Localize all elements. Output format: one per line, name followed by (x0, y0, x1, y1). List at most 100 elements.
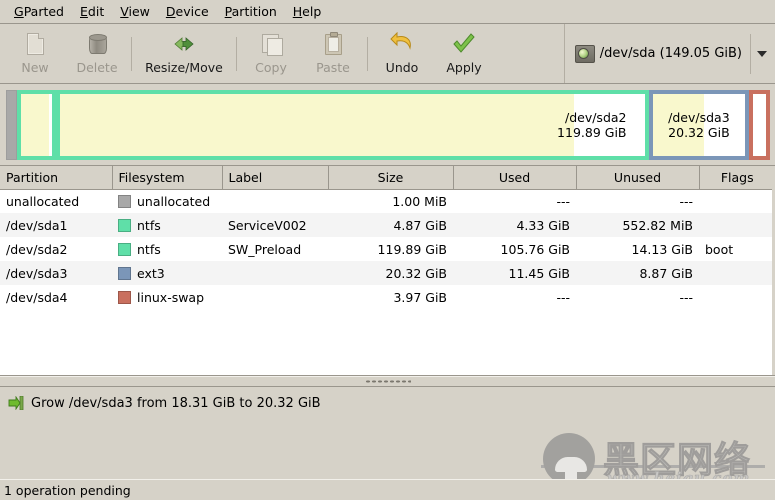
menu-item-partition[interactable]: Partition (217, 2, 285, 21)
cell-size: 119.89 GiB (377, 241, 447, 257)
undo-label: Undo (385, 59, 419, 75)
chevron-down-icon[interactable] (757, 50, 767, 57)
menu-item-view[interactable]: View (112, 2, 158, 21)
menu-item-help[interactable]: Help (285, 2, 330, 21)
menu-mnemonic: H (292, 4, 303, 19)
column-header-size[interactable]: Size (328, 166, 454, 190)
column-header-flags[interactable]: Flags (699, 166, 775, 190)
watermark-chinese-text: 黑区网络 (602, 440, 752, 480)
paste-button[interactable]: Paste (302, 26, 364, 82)
column-header-filesystem[interactable]: Filesystem (112, 166, 223, 190)
gparted-window: GParted Edit View Device Partition Help New D… (0, 0, 775, 500)
disk-segment-sda2[interactable]: /dev/sda2 119.89 GiB (56, 90, 649, 160)
mushroom-logo-icon (543, 433, 595, 479)
menu-item-label: artition (231, 4, 277, 19)
cell-flags (699, 213, 775, 237)
undo-arrow-icon (389, 31, 415, 58)
menu-mnemonic: D (165, 4, 176, 19)
new-partition-button[interactable]: New (4, 26, 66, 82)
pending-operations-pane: Grow /dev/sda3 from 18.31 GiB to 20.32 G… (0, 387, 775, 479)
menu-item-label: Parted (23, 4, 64, 19)
device-selector[interactable]: /dev/sda (149.05 GiB) (574, 26, 742, 82)
cell-label (222, 261, 328, 285)
device-selector-area: /dev/sda (149.05 GiB) (563, 24, 775, 83)
cell-size: 3.97 GiB (393, 289, 447, 305)
filesystem-color-swatch (118, 290, 131, 304)
disk-graphic-area: /dev/sda2 119.89 GiB/dev/sda3 20.32 GiB (0, 84, 775, 166)
column-header-used[interactable]: Used (453, 166, 577, 190)
pending-operation-row[interactable]: Grow /dev/sda3 from 18.31 GiB to 20.32 G… (8, 393, 767, 413)
hard-disk-icon (574, 44, 595, 63)
partition-table-header: Partition Filesystem Label Size Used Unu… (0, 166, 775, 190)
pane-splitter[interactable] (0, 376, 775, 387)
trash-can-icon (84, 32, 110, 58)
cell-unused: 14.13 GiB (631, 241, 694, 257)
disk-segment-used-fill (21, 94, 49, 156)
pending-operation-text: Grow /dev/sda3 from 18.31 GiB to 20.32 G… (31, 395, 321, 411)
menu-item-edit[interactable]: Edit (72, 2, 112, 21)
filesystem-color-swatch (118, 218, 131, 232)
toolbar-separator (131, 36, 132, 71)
toolbar-button-group: New Delete Resize/Move Copy Paste Undo A… (0, 24, 495, 83)
cell-used: 4.33 GiB (516, 217, 570, 233)
disk-segment-size: 119.89 GiB (557, 125, 627, 140)
cell-filesystem: unallocated (112, 189, 222, 213)
cell-unused: --- (679, 289, 693, 305)
toolbar-separator-3 (367, 36, 368, 71)
cell-used: 11.45 GiB (508, 265, 571, 281)
cell-flags (699, 285, 775, 309)
disk-segment-name: /dev/sda2 (564, 110, 627, 125)
filesystem-color-swatch (118, 266, 131, 280)
toolbar: New Delete Resize/Move Copy Paste Undo A… (0, 24, 775, 84)
disk-graphic-bar[interactable]: /dev/sda2 119.89 GiB/dev/sda3 20.32 GiB (6, 90, 770, 160)
cell-partition: /dev/sda1 (6, 217, 68, 233)
filesystem-color-swatch (118, 194, 131, 208)
resize-move-arrows-icon (171, 32, 197, 58)
partition-table-container: Partition Filesystem Label Size Used Unu… (0, 166, 775, 376)
menu-item-device[interactable]: Device (158, 2, 217, 21)
cell-unused: --- (679, 193, 693, 209)
delete-partition-label: Delete (76, 59, 118, 75)
column-header-partition[interactable]: Partition (0, 166, 113, 190)
new-document-icon (22, 32, 48, 58)
filesystem-color-swatch (118, 242, 131, 256)
cell-label (222, 285, 328, 309)
watermark-url-text: www.heiqu.com (607, 469, 751, 479)
cell-unused: 8.87 GiB (639, 265, 693, 281)
cell-flags (699, 261, 775, 285)
table-row[interactable]: /dev/sda4 linux-swap 3.97 GiB --- --- (0, 285, 775, 309)
cell-label: SW_Preload (228, 241, 302, 257)
column-header-unused[interactable]: Unused (576, 166, 700, 190)
new-partition-label: New (21, 59, 49, 75)
disk-segment-sda3[interactable]: /dev/sda3 20.32 GiB (648, 90, 750, 160)
menu-item-label: evice (175, 4, 209, 19)
disk-segment-sda1[interactable] (17, 90, 57, 160)
menu-mnemonic: G (14, 4, 24, 19)
cell-used: --- (556, 289, 570, 305)
table-row[interactable]: /dev/sda2 ntfs SW_Preload 119.89 GiB 105.76 … (0, 237, 775, 261)
resize-move-label: Resize/Move (145, 59, 223, 75)
statusbar-text: 1 operation pending (4, 482, 131, 498)
table-row[interactable]: /dev/sda1 ntfs ServiceV002 4.87 GiB 4.33 GiB… (0, 213, 775, 237)
cell-label (222, 189, 328, 213)
disk-segment-unallocated[interactable] (6, 90, 18, 160)
apply-button[interactable]: Apply (433, 26, 495, 82)
menu-mnemonic: E (80, 4, 88, 19)
table-row[interactable]: /dev/sda3 ext3 20.32 GiB 11.45 GiB 8.87 GiB (0, 261, 775, 285)
delete-partition-button[interactable]: Delete (66, 26, 128, 82)
column-header-label[interactable]: Label (222, 166, 329, 190)
disk-segment-size: 20.32 GiB (668, 125, 730, 140)
table-row[interactable]: unallocated unallocated 1.00 MiB --- --- (0, 189, 775, 213)
menu-item-label: iew (128, 4, 150, 19)
resize-move-button[interactable]: Resize/Move (135, 26, 233, 82)
menu-item-gparted[interactable]: GParted (6, 2, 72, 21)
menubar: GParted Edit View Device Partition Help (0, 0, 775, 24)
pending-operations-list: Grow /dev/sda3 from 18.31 GiB to 20.32 G… (8, 393, 767, 413)
undo-button[interactable]: Undo (371, 26, 433, 82)
disk-segment-sda4[interactable] (749, 90, 770, 160)
copy-button[interactable]: Copy (240, 26, 302, 82)
watermark-overlay: 黑区网络 www.heiqu.com (541, 421, 769, 479)
green-check-icon (451, 32, 477, 58)
toolbar-separator-2 (236, 36, 237, 71)
apply-label: Apply (446, 59, 482, 75)
